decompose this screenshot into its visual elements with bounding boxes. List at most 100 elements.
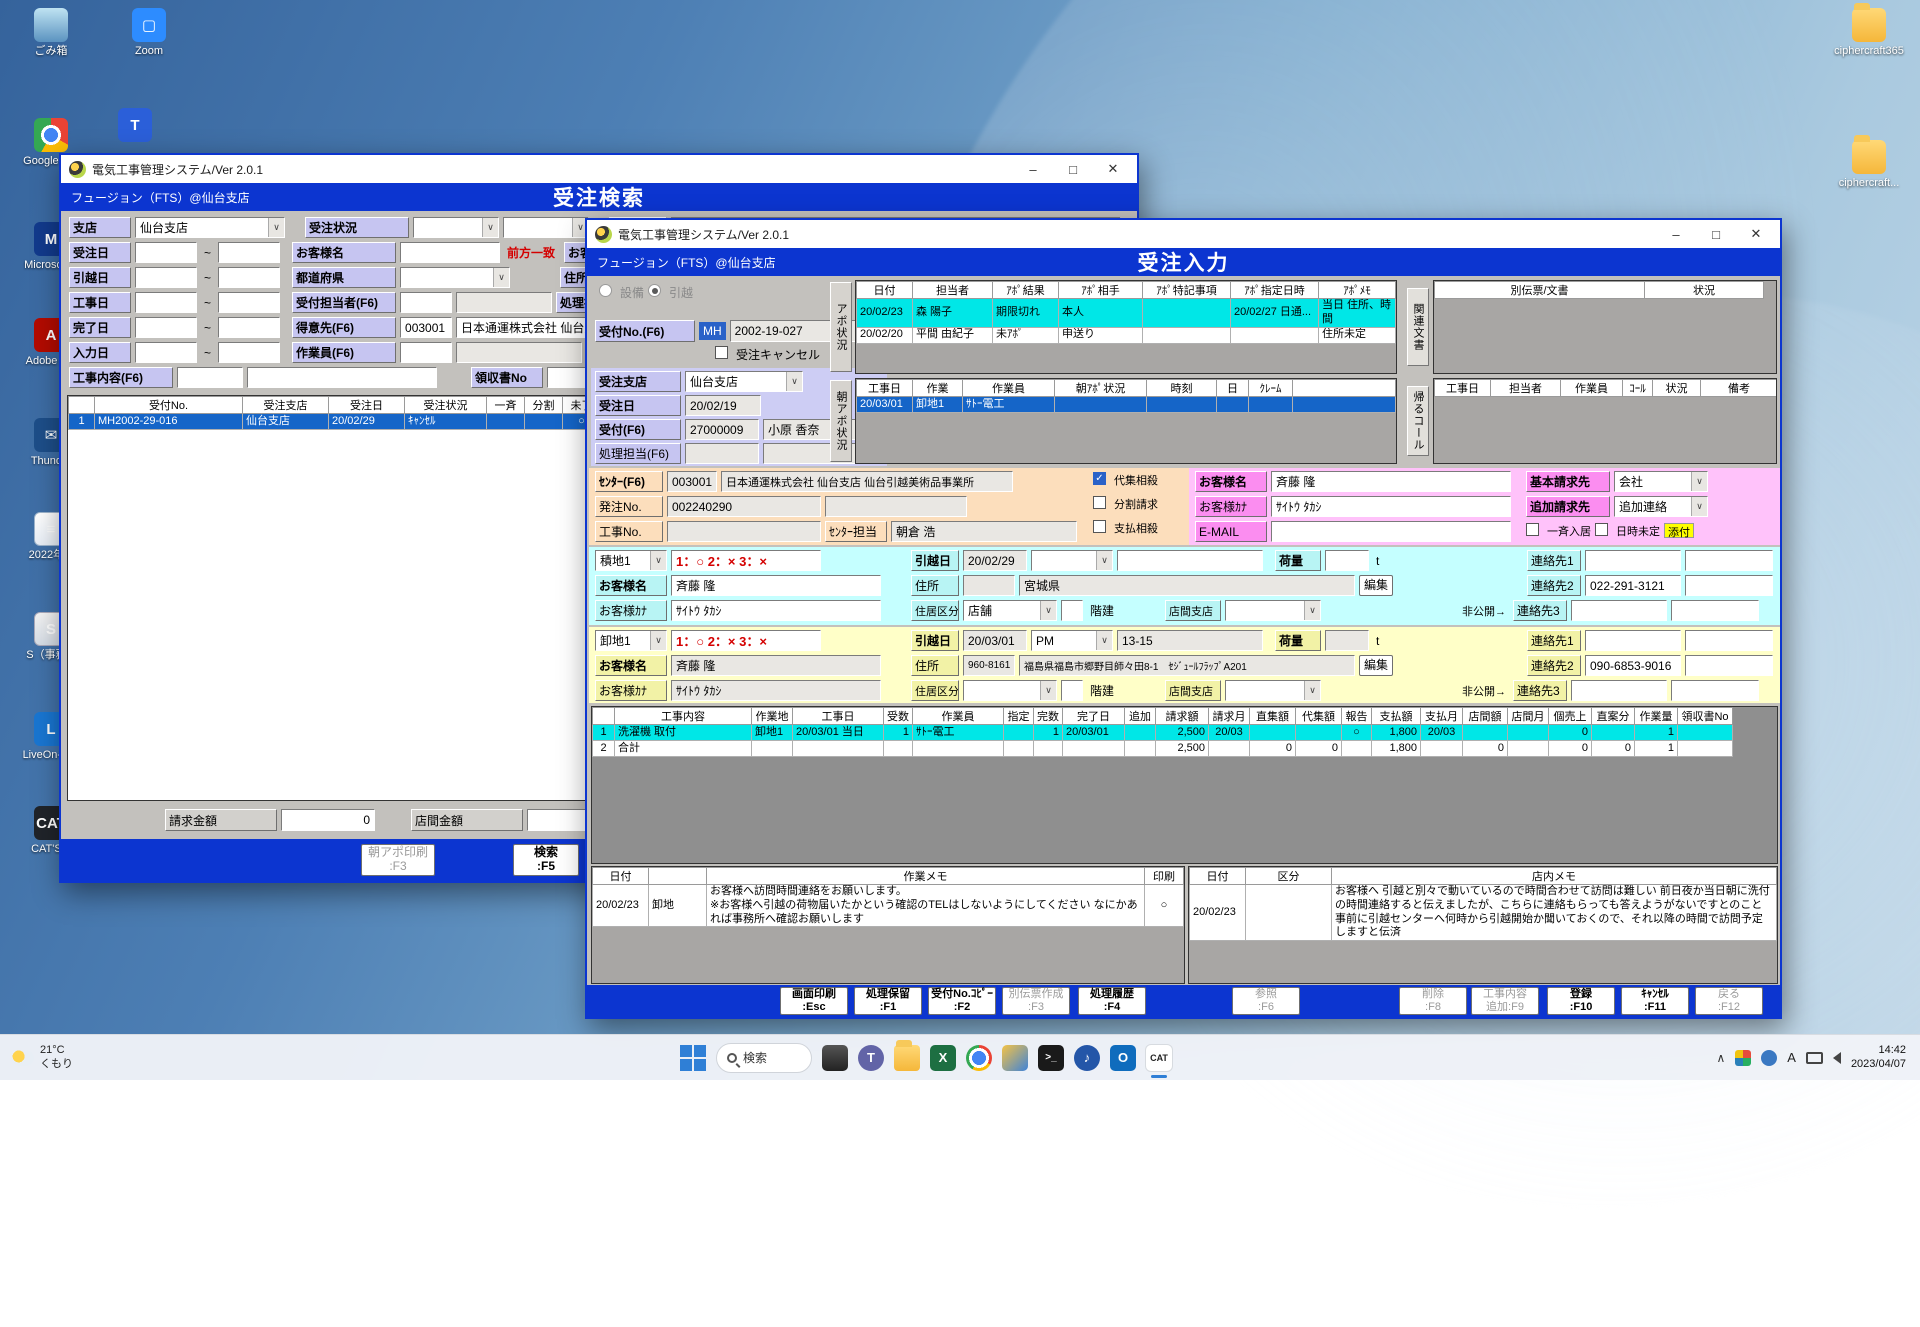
morning-apo-print-button[interactable]: 朝アポ印刷:F3 [361, 844, 435, 876]
morning-apo-table[interactable]: 工事日作業作業員朝ｱﾎﾟ状況時刻日ｸﾚｰﾑ20/03/01卸地1ｻﾄｰ電工 [856, 379, 1396, 413]
add-billing-select[interactable]: 追加連絡∨ [1614, 496, 1708, 517]
desktop-icon-zoom[interactable]: ▢ Zoom [106, 8, 192, 58]
order-status-select-2[interactable]: ∨ [503, 217, 589, 238]
pickup-kana-field[interactable]: ｻｲﾄｳ ﾀｶｼ [671, 600, 881, 621]
work-content-code-input[interactable] [177, 367, 243, 388]
footer-button[interactable]: 処理保留:F1 [854, 987, 922, 1015]
order-date-to-input[interactable] [218, 242, 280, 263]
tray-clock[interactable]: 14:42 2023/04/07 [1851, 1044, 1906, 1072]
pickup-contact2b-field[interactable] [1685, 575, 1773, 596]
dropoff-address-edit-button[interactable]: 編集 [1359, 655, 1393, 676]
worker-code-input[interactable] [400, 342, 452, 363]
dropoff-rating-field[interactable]: 1：○ 2：× 3：× [671, 630, 821, 651]
dropoff-ampm-select[interactable]: PM∨ [1031, 630, 1113, 651]
table-row[interactable]: 1洗濯機 取付卸地120/03/01 当日1ｻﾄｰ電工120/03/012,50… [593, 725, 1733, 741]
footer-button[interactable]: 削除:F8 [1399, 987, 1467, 1015]
pickup-address-edit-button[interactable]: 編集 [1359, 575, 1393, 596]
center-name-field[interactable]: 日本通運株式会社 仙台支店 仙台引越美術品事業所 [721, 471, 1013, 492]
split-billing-checkbox[interactable] [1093, 496, 1106, 509]
tab-apo-status[interactable]: アポ状況 [830, 282, 852, 372]
dropoff-contact1b-field[interactable] [1685, 630, 1773, 651]
pickup-load-field[interactable] [1325, 550, 1369, 571]
table-row[interactable]: 20/02/23森 陽子期限切れ本人20/02/27 日通...当日 住所、時間 [857, 299, 1396, 328]
client-code-field[interactable]: 003001 [400, 317, 452, 338]
desktop-icon-recycle-bin[interactable]: ごみ箱 [8, 8, 94, 58]
sub-slip-table[interactable]: 別伝票/文書状況 [1434, 281, 1764, 299]
taskbar-cat-app-icon-active[interactable]: CAT [1146, 1045, 1172, 1071]
order-cancel-checkbox[interactable] [715, 346, 728, 359]
footer-button[interactable]: 参照:F6 [1232, 987, 1300, 1015]
complete-date-from-input[interactable] [135, 317, 197, 338]
worker-name-field[interactable] [456, 342, 582, 363]
dropoff-kana-field[interactable]: ｻｲﾄｳ ﾀｶｼ [671, 680, 881, 701]
input-date-from-input[interactable] [135, 342, 197, 363]
taskbar-terminal-icon[interactable]: >_ [1038, 1045, 1064, 1071]
footer-button[interactable]: 戻る:F12 [1695, 987, 1763, 1015]
close-icon[interactable]: ✕ [1736, 222, 1776, 246]
dropoff-selector[interactable]: 卸地1∨ [595, 630, 667, 651]
customer-name-input[interactable] [400, 242, 500, 263]
pickup-contact3-field[interactable] [1571, 600, 1667, 621]
taskbar-outlook-icon[interactable]: O [1110, 1045, 1136, 1071]
work-content-name-input[interactable] [247, 367, 437, 388]
pickup-rating-field[interactable]: 1：○ 2：× 3：× [671, 550, 821, 571]
pickup-contact1b-field[interactable] [1685, 550, 1773, 571]
footer-button[interactable]: 工事内容追加:F9 [1471, 987, 1539, 1015]
move-date-from-input[interactable] [135, 267, 197, 288]
search-button[interactable]: 検索:F5 [513, 844, 579, 876]
minimize-icon[interactable]: – [1656, 222, 1696, 246]
order-date-from-input[interactable] [135, 242, 197, 263]
dropoff-load-field[interactable] [1325, 630, 1369, 651]
work-no-field[interactable] [667, 521, 821, 542]
input-date-to-input[interactable] [218, 342, 280, 363]
dropoff-name-field[interactable]: 斉藤 隆 [671, 655, 881, 676]
footer-button[interactable]: 画面印刷:Esc [780, 987, 848, 1015]
equipment-radio[interactable] [599, 284, 612, 297]
dropoff-contact2-field[interactable]: 090-6853-9016 [1585, 655, 1681, 676]
pickup-residence-select[interactable]: 店舗∨ [963, 600, 1057, 621]
store-memo-table[interactable]: 日付区分店内メモ20/02/23お客様へ 引越と別々で動いているので時間合わせて… [1189, 867, 1777, 941]
desktop-icon-t-app[interactable]: T [92, 108, 178, 145]
dropoff-address-field[interactable]: 福島県福島市郷野目師々田8-1 ｾｼﾞｭｰﾙﾌﾗｯﾌﾟA201 [1019, 655, 1355, 676]
work-date-from-input[interactable] [135, 292, 197, 313]
footer-button[interactable]: 受付No.ｺﾋﾟｰ:F2 [928, 987, 996, 1015]
table-row[interactable]: 2合計2,500001,8000001 [593, 741, 1733, 757]
moving-radio[interactable] [648, 284, 661, 297]
table-row[interactable]: 20/02/20平間 由紀子未ｱﾎﾟ申送り住所未定 [857, 327, 1396, 343]
input-window-titlebar[interactable]: 電気工事管理システム/Ver 2.0.1 – □ ✕ [587, 220, 1780, 248]
complete-date-to-input[interactable] [218, 317, 280, 338]
work-memo-table[interactable]: 日付作業メモ印刷20/02/23卸地お客様へ訪問時間連絡をお願いします。 ※お客… [592, 867, 1184, 927]
footer-button[interactable]: 処理履歴:F4 [1078, 987, 1146, 1015]
taskbar-photos-icon[interactable] [1002, 1045, 1028, 1071]
pickup-date-field[interactable]: 20/02/29 [963, 550, 1027, 571]
branch-select[interactable]: 仙台支店∨ [135, 217, 285, 238]
pickup-floor-field[interactable] [1061, 600, 1083, 621]
taskbar-search[interactable]: 検索 [716, 1043, 812, 1073]
start-button[interactable] [680, 1045, 706, 1071]
order-no2-field[interactable] [825, 496, 967, 517]
maximize-icon[interactable]: □ [1696, 222, 1736, 246]
payment-offset-checkbox[interactable] [1093, 520, 1106, 533]
order-no-field[interactable]: 002240290 [667, 496, 821, 517]
dropoff-contact3-field[interactable] [1571, 680, 1667, 701]
tab-morning-apo-status[interactable]: 朝アポ状況 [830, 380, 852, 462]
desktop-icon-ciphercraft[interactable]: ciphercraft... [1826, 140, 1912, 190]
pickup-time-field[interactable] [1117, 550, 1263, 571]
tray-sync-icon[interactable] [1761, 1050, 1777, 1066]
apo-status-table[interactable]: 日付担当者ｱﾎﾟ結果ｱﾎﾟ相手ｱﾎﾟ特記事項ｱﾎﾟ指定日時ｱﾎﾟﾒﾓ20/02/… [856, 281, 1396, 344]
pickup-interstore-select[interactable]: ∨ [1225, 600, 1321, 621]
pickup-zip-field[interactable] [963, 575, 1015, 596]
speaker-icon[interactable] [1833, 1052, 1841, 1064]
dropoff-time-field[interactable]: 13-15 [1117, 630, 1263, 651]
email-field[interactable] [1271, 521, 1511, 542]
taskbar-chrome-icon[interactable] [966, 1045, 992, 1071]
desktop-icon-ciphercraft365[interactable]: ciphercraft365 [1826, 8, 1912, 58]
dropoff-contact1-field[interactable] [1585, 630, 1681, 651]
center-staff-field[interactable]: 朝倉 浩 [891, 521, 1077, 542]
pickup-contact3b-field[interactable] [1671, 600, 1759, 621]
dropoff-zip-field[interactable]: 960-8161 [963, 655, 1015, 676]
network-icon[interactable] [1806, 1052, 1823, 1064]
minimize-icon[interactable]: – [1013, 157, 1053, 181]
close-icon[interactable]: ✕ [1093, 157, 1133, 181]
search-window-titlebar[interactable]: 電気工事管理システム/Ver 2.0.1 – □ ✕ [61, 155, 1137, 183]
